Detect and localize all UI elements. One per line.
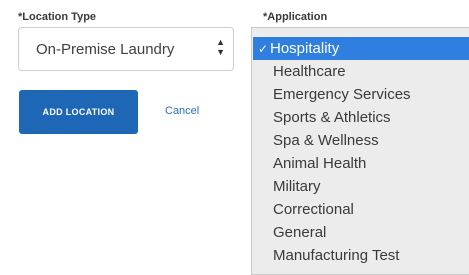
application-option[interactable]: Animal Health — [253, 152, 469, 175]
application-option[interactable]: Spa & Wellness — [253, 129, 469, 152]
add-location-form: *Location Type *Application On-Premise L… — [0, 0, 469, 275]
application-option-label: Correctional — [273, 201, 354, 218]
application-label: *Application — [263, 11, 328, 23]
chevron-up-down-icon: ▲ ▼ — [216, 37, 225, 57]
application-option-label: Military — [273, 178, 321, 195]
checkmark-icon: ✓ — [258, 42, 269, 56]
add-location-button[interactable]: ADD LOCATION — [19, 90, 138, 134]
location-type-value: On-Premise Laundry — [36, 41, 175, 58]
application-option[interactable]: Healthcare — [253, 60, 469, 83]
application-option[interactable]: General — [253, 221, 469, 244]
cancel-link[interactable]: Cancel — [165, 105, 199, 117]
application-option-label: General — [273, 224, 327, 241]
application-option-label: Hospitality — [270, 40, 340, 57]
location-type-label: *Location Type — [18, 11, 97, 23]
application-option[interactable]: ✓ Hospitality — [253, 37, 469, 60]
location-type-select[interactable]: On-Premise Laundry ▲ ▼ — [18, 27, 234, 71]
application-option[interactable]: Emergency Services — [253, 83, 469, 106]
application-dropdown-list[interactable]: ✓ Hospitality Healthcare Emergency Services… — [251, 27, 469, 275]
application-option-label: Spa & Wellness — [273, 132, 379, 149]
application-option[interactable]: Manufacturing Test — [253, 244, 469, 267]
application-option-label: Manufacturing Test — [273, 247, 400, 264]
application-option-label: Sports & Athletics — [273, 109, 391, 126]
application-option-label: Animal Health — [273, 155, 367, 172]
application-option[interactable]: Sports & Athletics — [253, 106, 469, 129]
application-option-label: Healthcare — [273, 63, 346, 80]
application-option[interactable]: Military — [253, 175, 469, 198]
application-option-label: Emergency Services — [273, 86, 411, 103]
application-option[interactable]: Correctional — [253, 198, 469, 221]
